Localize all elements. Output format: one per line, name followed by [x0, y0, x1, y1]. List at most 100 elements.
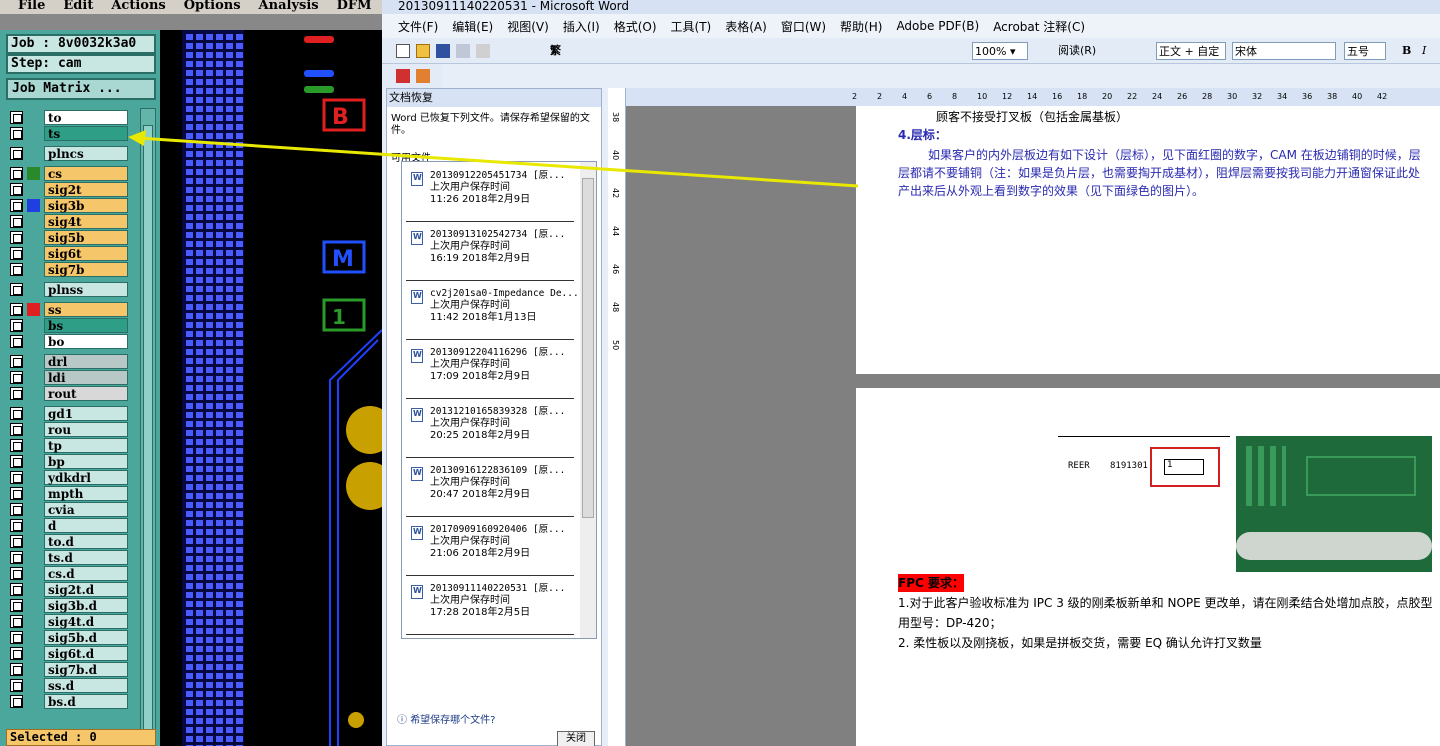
pdf-mail-icon[interactable] — [416, 69, 430, 83]
scrollbar-thumb[interactable] — [582, 178, 594, 518]
layer-checkbox[interactable] — [10, 439, 23, 452]
layer-name[interactable]: sig4t — [44, 214, 128, 229]
layer-name[interactable]: tp — [44, 438, 128, 453]
word-menu-item[interactable]: 窗口(W) — [781, 18, 826, 35]
layer-row[interactable]: ts — [6, 126, 130, 141]
layer-row[interactable]: d — [6, 518, 130, 533]
word-menu-item[interactable]: 视图(V) — [507, 18, 549, 35]
layer-color-swatch[interactable] — [27, 199, 40, 212]
layer-checkbox[interactable] — [10, 183, 23, 196]
layer-name[interactable]: plnss — [44, 282, 128, 297]
layer-checkbox[interactable] — [10, 599, 23, 612]
layer-name[interactable]: to — [44, 110, 128, 125]
cam-menu-item[interactable]: DFM — [319, 0, 372, 14]
layer-name[interactable]: ydkdrl — [44, 470, 128, 485]
layer-name[interactable]: cs — [44, 166, 128, 181]
layer-checkbox[interactable] — [10, 319, 23, 332]
layer-checkbox[interactable] — [10, 519, 23, 532]
layer-name[interactable]: sig4t.d — [44, 614, 128, 629]
layer-checkbox[interactable] — [10, 127, 23, 140]
layer-checkbox[interactable] — [10, 215, 23, 228]
layer-row[interactable]: sig2t.d — [6, 582, 130, 597]
layer-checkbox[interactable] — [10, 263, 23, 276]
layer-checkbox[interactable] — [10, 615, 23, 628]
layer-color-swatch[interactable] — [27, 303, 40, 316]
word-menu-item[interactable]: Acrobat 注释(C) — [993, 18, 1085, 35]
layer-row[interactable]: ss — [6, 302, 130, 317]
layer-row[interactable]: plncs — [6, 146, 130, 161]
layer-name[interactable]: sig7b.d — [44, 662, 128, 677]
layer-checkbox[interactable] — [10, 551, 23, 564]
layer-name[interactable]: bo — [44, 334, 128, 349]
recovered-file-item[interactable]: 20130913102542734 [原...上次用户保存时间16:19 201… — [406, 223, 574, 281]
layer-name[interactable]: cvia — [44, 502, 128, 517]
layer-row[interactable]: tp — [6, 438, 130, 453]
layer-row[interactable]: ts.d — [6, 550, 130, 565]
layer-checkbox[interactable] — [10, 695, 23, 708]
layer-checkbox[interactable] — [10, 503, 23, 516]
layer-row[interactable]: sig7b.d — [6, 662, 130, 677]
layer-checkbox[interactable] — [10, 567, 23, 580]
layer-row[interactable]: to.d — [6, 534, 130, 549]
layer-name[interactable]: sig3b.d — [44, 598, 128, 613]
layer-name[interactable]: bs — [44, 318, 128, 333]
layer-name[interactable]: sig5b — [44, 230, 128, 245]
layer-row[interactable]: sig5b.d — [6, 630, 130, 645]
layer-name[interactable]: rou — [44, 422, 128, 437]
font-select[interactable]: 宋体 — [1232, 42, 1336, 60]
layer-row[interactable]: ss.d — [6, 678, 130, 693]
layer-name[interactable]: rout — [44, 386, 128, 401]
layer-name[interactable]: cs.d — [44, 566, 128, 581]
font-size-select[interactable]: 五号 — [1344, 42, 1386, 60]
layer-row[interactable]: to — [6, 110, 130, 125]
layer-name[interactable]: to.d — [44, 534, 128, 549]
layer-name[interactable]: sig2t — [44, 182, 128, 197]
layer-checkbox[interactable] — [10, 487, 23, 500]
word-menu-item[interactable]: Adobe PDF(B) — [896, 19, 979, 33]
zoom-select[interactable]: 100% ▾ — [972, 42, 1028, 60]
recovered-file-item[interactable]: 20131210165839328 [原...上次用户保存时间20:25 201… — [406, 400, 574, 458]
layer-name[interactable]: bp — [44, 454, 128, 469]
layer-row[interactable]: sig2t — [6, 182, 130, 197]
layer-checkbox[interactable] — [10, 387, 23, 400]
layer-name[interactable]: ss — [44, 302, 128, 317]
word-menu-item[interactable]: 插入(I) — [563, 18, 600, 35]
layer-row[interactable]: bs — [6, 318, 130, 333]
layer-name[interactable]: ss.d — [44, 678, 128, 693]
layer-row[interactable]: sig7b — [6, 262, 130, 277]
layer-row[interactable]: cs.d — [6, 566, 130, 581]
layer-checkbox[interactable] — [10, 167, 23, 180]
print-preview-icon[interactable] — [476, 44, 490, 58]
word-menu-item[interactable]: 帮助(H) — [840, 18, 882, 35]
layer-name[interactable]: bs.d — [44, 694, 128, 709]
word-menu-item[interactable]: 表格(A) — [725, 18, 767, 35]
job-matrix-button[interactable]: Job Matrix ... — [6, 78, 156, 100]
layer-row[interactable]: ydkdrl — [6, 470, 130, 485]
traditional-chinese-button[interactable]: 繁 — [550, 42, 561, 60]
layer-checkbox[interactable] — [10, 283, 23, 296]
layer-checkbox[interactable] — [10, 371, 23, 384]
cam-menu-item[interactable]: File — [0, 0, 45, 14]
style-select[interactable]: 正文 + 自定 — [1156, 42, 1226, 60]
layer-row[interactable]: sig6t — [6, 246, 130, 261]
recovered-file-item[interactable]: 20130911140220531 [原...上次用户保存时间17:28 201… — [406, 577, 574, 635]
layer-row[interactable]: plnss — [6, 282, 130, 297]
save-icon[interactable] — [436, 44, 450, 58]
layer-checkbox[interactable] — [10, 679, 23, 692]
layer-checkbox[interactable] — [10, 335, 23, 348]
open-folder-icon[interactable] — [416, 44, 430, 58]
layer-row[interactable]: sig5b — [6, 230, 130, 245]
layer-row[interactable]: cvia — [6, 502, 130, 517]
layer-checkbox[interactable] — [10, 355, 23, 368]
layer-checkbox[interactable] — [10, 471, 23, 484]
layer-checkbox[interactable] — [10, 147, 23, 160]
layer-color-swatch[interactable] — [27, 167, 40, 180]
layer-row[interactable]: bs.d — [6, 694, 130, 709]
layer-name[interactable]: ldi — [44, 370, 128, 385]
recovered-file-item[interactable]: cv2j201sa0-Impedance De...上次用户保存时间11:42 … — [406, 282, 579, 340]
layer-checkbox[interactable] — [10, 111, 23, 124]
layer-name[interactable]: mpth — [44, 486, 128, 501]
word-menu-item[interactable]: 格式(O) — [614, 18, 657, 35]
layer-checkbox[interactable] — [10, 247, 23, 260]
layer-row[interactable]: sig3b — [6, 198, 130, 213]
